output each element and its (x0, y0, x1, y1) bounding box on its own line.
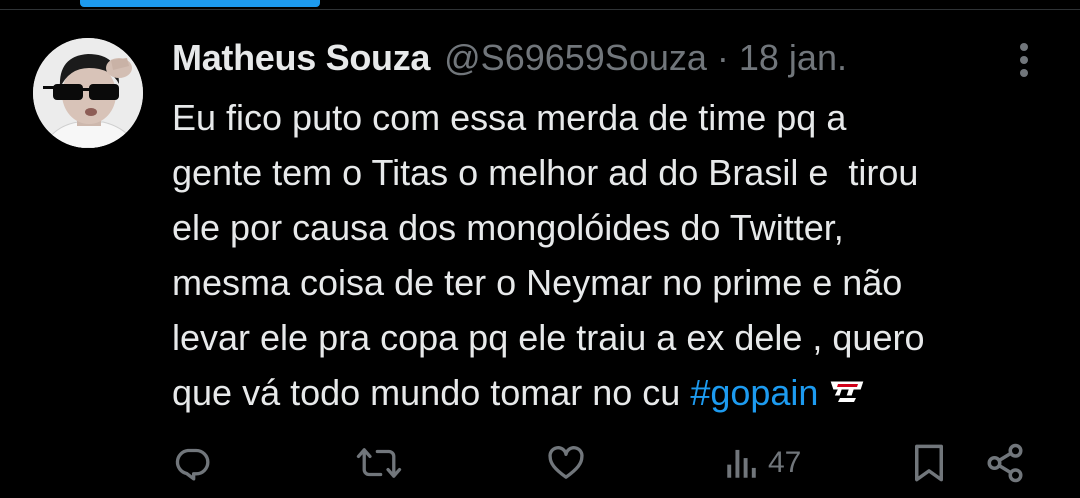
views-chart-icon (727, 449, 756, 478)
views-count: 47 (768, 446, 802, 479)
tweet-text-line: ele por causa dos mongolóides do Twitter… (172, 207, 844, 248)
tweet-actions: 47 (0, 438, 1080, 488)
share-icon (987, 443, 1023, 483)
bookmark-button[interactable] (910, 438, 948, 488)
views-button[interactable]: 47 (724, 438, 801, 488)
tweet-text-line-last: que vá todo mundo tomar no cu #gopain (172, 365, 1052, 423)
separator-dot: · (716, 37, 729, 78)
tweet-text-line: Eu fico puto com essa merda de time pq a (172, 97, 847, 138)
avatar[interactable] (33, 38, 143, 148)
avatar-image (33, 38, 143, 148)
reply-button[interactable] (172, 438, 212, 488)
tweet-text-line: gente tem o Titas o melhor ad do Brasil … (172, 152, 919, 193)
tweet-text-segment: que vá todo mundo tomar no cu (172, 372, 691, 413)
more-options-button[interactable] (1004, 38, 1044, 82)
reply-icon (175, 448, 210, 481)
like-button[interactable] (545, 438, 587, 488)
pain-gaming-logo-icon (828, 364, 866, 419)
tweet-header: Matheus Souza @S69659Souza · 18 jan. (172, 36, 847, 80)
timestamp[interactable]: 18 jan. (739, 37, 847, 79)
heart-icon (548, 446, 584, 479)
more-vertical-icon (1020, 43, 1028, 77)
active-tab-indicator (80, 0, 320, 7)
hashtag-link[interactable]: #gopain (690, 372, 818, 413)
retweet-button[interactable] (356, 438, 402, 488)
retweet-icon (356, 448, 402, 478)
share-button[interactable] (984, 438, 1026, 488)
user-handle[interactable]: @S69659Souza (444, 37, 707, 79)
tweet-text-line: levar ele pra copa pq ele traiu a ex del… (172, 317, 925, 358)
bookmark-icon (915, 444, 943, 482)
tweet-text-line: mesma coisa de ter o Neymar no prime e n… (172, 262, 903, 303)
tweet-text: Eu fico puto com essa merda de time pq a… (172, 90, 1052, 423)
display-name[interactable]: Matheus Souza (172, 37, 430, 79)
divider (0, 9, 1080, 10)
